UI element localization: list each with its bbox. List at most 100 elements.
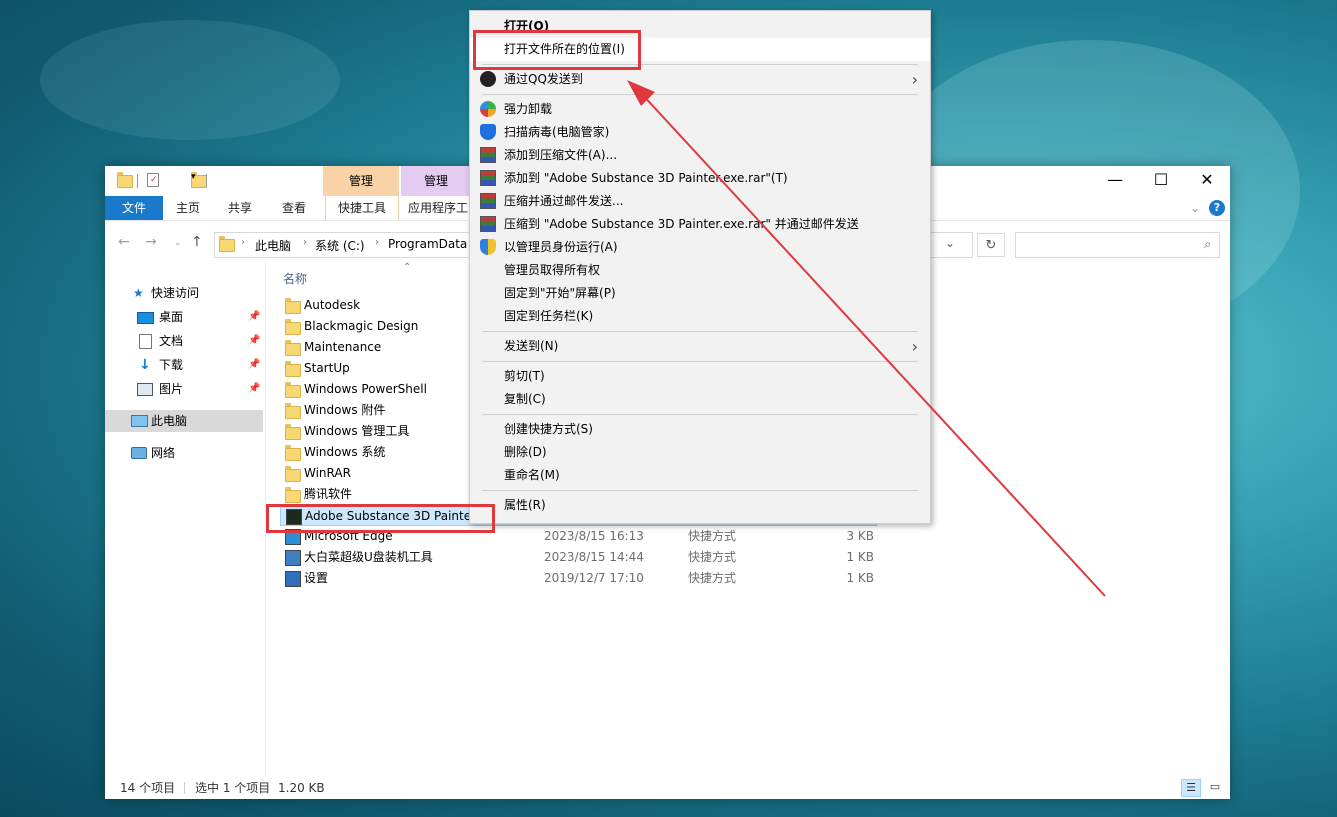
menu-item-label: 强力卸载 [504,102,553,116]
menu-separator [482,490,918,491]
folder-icon [285,340,301,356]
quick-access-divider [206,174,207,188]
menu-item[interactable]: 属性(R) [470,494,930,517]
file-type: 快捷方式 [688,529,737,543]
status-divider [184,782,185,794]
close-button[interactable]: ✕ [1184,166,1230,196]
quick-access-divider [137,174,138,188]
maximize-button[interactable]: ☐ [1138,166,1184,196]
file-name: Maintenance [304,340,382,354]
tab-view[interactable]: 查看 [273,196,315,220]
menu-separator [482,94,918,95]
tab-application-tools[interactable]: 应用程序工 [407,196,469,220]
file-name: Blackmagic Design [304,319,419,333]
menu-item[interactable]: 固定到"开始"屏幕(P) [470,282,930,305]
menu-item[interactable]: 固定到任务栏(K) [470,305,930,328]
status-bar: 14 个项目 选中 1 个项目 1.20 KB ☰ ▭ [105,777,1230,799]
nav-desktop[interactable]: 桌面 📌 [105,306,263,328]
breadcrumb-system-c[interactable]: 系统 (C:) [315,237,365,254]
menu-item-label: 重命名(M) [504,468,560,482]
details-view-icon[interactable]: ☰ [1181,779,1201,797]
breadcrumb-programdata[interactable]: ProgramData [388,237,467,251]
menu-item[interactable]: 添加到 "Adobe Substance 3D Painter.exe.rar"… [470,167,930,190]
breadcrumb-sep-icon: › [375,237,379,248]
menu-separator [482,361,918,362]
folder-icon [285,298,301,314]
menu-item-label: 固定到"开始"屏幕(P) [504,286,616,300]
customize-quick-access-icon[interactable]: ▾ [191,172,196,188]
back-arrow-icon[interactable]: ← [118,234,130,250]
menu-item-label: 添加到 "Adobe Substance 3D Painter.exe.rar"… [504,171,788,185]
winrar-icon [480,193,496,209]
breadcrumb-this-pc[interactable]: 此电脑 [255,237,291,254]
table-row[interactable]: 大白菜超级U盘装机工具 2023/8/15 14:44 快捷方式 1 KB [280,547,877,568]
table-row[interactable]: 设置 2019/12/7 17:10 快捷方式 1 KB [280,568,877,589]
tab-shortcut-tools[interactable]: 快捷工具 [325,196,399,220]
navigation-pane: ★ 快速访问 桌面 📌 文档 📌 ↓ 下载 📌 图片 📌 此电脑 网络 [105,262,266,777]
forward-arrow-icon[interactable]: → [145,234,157,250]
menu-item-label: 添加到压缩文件(A)... [504,148,618,162]
help-icon[interactable]: ? [1209,200,1225,216]
recent-locations-icon[interactable]: ⌄ [174,238,182,248]
download-arrow-icon: ↓ [139,357,151,373]
file-name: Autodesk [304,298,361,312]
menu-item[interactable]: 强力卸载 [470,98,930,121]
column-header-name[interactable]: 名称 [283,270,307,287]
menu-item[interactable]: 压缩到 "Adobe Substance 3D Painter.exe.rar"… [470,213,930,236]
uac-shield-icon [480,239,496,255]
search-input[interactable]: ⌕ [1015,232,1220,258]
ribbon-expand-icon[interactable]: ⌄ [1187,196,1203,220]
menu-item[interactable]: 复制(C) [470,388,930,411]
properties-icon[interactable]: ✓ [147,173,159,187]
chevron-right-icon: › [911,70,918,89]
nav-pictures[interactable]: 图片 📌 [105,378,263,400]
file-name: 腾讯软件 [304,487,353,501]
nav-this-pc-label: 此电脑 [151,414,188,428]
pin-icon[interactable]: 📌 [248,354,260,376]
breadcrumb-sep-icon: › [241,237,245,248]
tab-manage-app[interactable]: 管理 [401,166,471,196]
menu-item[interactable]: 剪切(T) [470,365,930,388]
nav-downloads-label: 下载 [159,358,184,372]
file-name: 设置 [304,571,329,585]
document-icon [139,334,152,349]
menu-item[interactable]: 重命名(M) [470,464,930,487]
shortcut-icon [285,571,301,587]
nav-quick-access[interactable]: ★ 快速访问 [105,282,263,304]
menu-item[interactable]: 扫描病毒(电脑管家) [470,121,930,144]
shield-icon [480,124,496,140]
status-selected-count: 选中 1 个项目 [195,781,271,795]
nav-downloads[interactable]: ↓ 下载 📌 [105,354,263,376]
tab-manage-shortcut[interactable]: 管理 [323,166,399,196]
menu-item[interactable]: 创建快捷方式(S) [470,418,930,441]
nav-this-pc[interactable]: 此电脑 [105,410,263,432]
large-icons-view-icon[interactable]: ▭ [1205,779,1225,797]
winrar-icon [480,216,496,232]
menu-item[interactable]: 通过QQ发送到 › [470,68,930,91]
pin-icon[interactable]: 📌 [248,306,260,328]
menu-item[interactable]: 发送到(N) › [470,335,930,358]
desktop-icon [137,312,154,324]
menu-item[interactable]: 删除(D) [470,441,930,464]
menu-item[interactable]: 添加到压缩文件(A)... [470,144,930,167]
nav-documents[interactable]: 文档 📌 [105,330,263,352]
file-name: StartUp [304,361,350,375]
menu-item[interactable]: 以管理员身份运行(A) [470,236,930,259]
address-dropdown-icon[interactable]: ⌄ [945,236,955,250]
up-arrow-icon[interactable]: ↑ [191,234,203,250]
menu-item-label: 剪切(T) [504,369,545,383]
pin-icon[interactable]: 📌 [248,378,260,400]
pin-icon[interactable]: 📌 [248,330,260,352]
menu-item[interactable]: 管理员取得所有权 [470,259,930,282]
tab-file[interactable]: 文件 [105,196,163,220]
minimize-button[interactable]: — [1092,166,1138,196]
refresh-icon[interactable]: ↻ [977,233,1005,257]
menu-item-label: 压缩并通过邮件发送... [504,194,624,208]
folder-icon [285,445,301,461]
nav-network[interactable]: 网络 [105,442,263,464]
tab-share[interactable]: 共享 [219,196,261,220]
winrar-icon [480,170,496,186]
status-item-count: 14 个项目 [120,781,176,795]
tab-home[interactable]: 主页 [167,196,209,220]
menu-item[interactable]: 压缩并通过邮件发送... [470,190,930,213]
